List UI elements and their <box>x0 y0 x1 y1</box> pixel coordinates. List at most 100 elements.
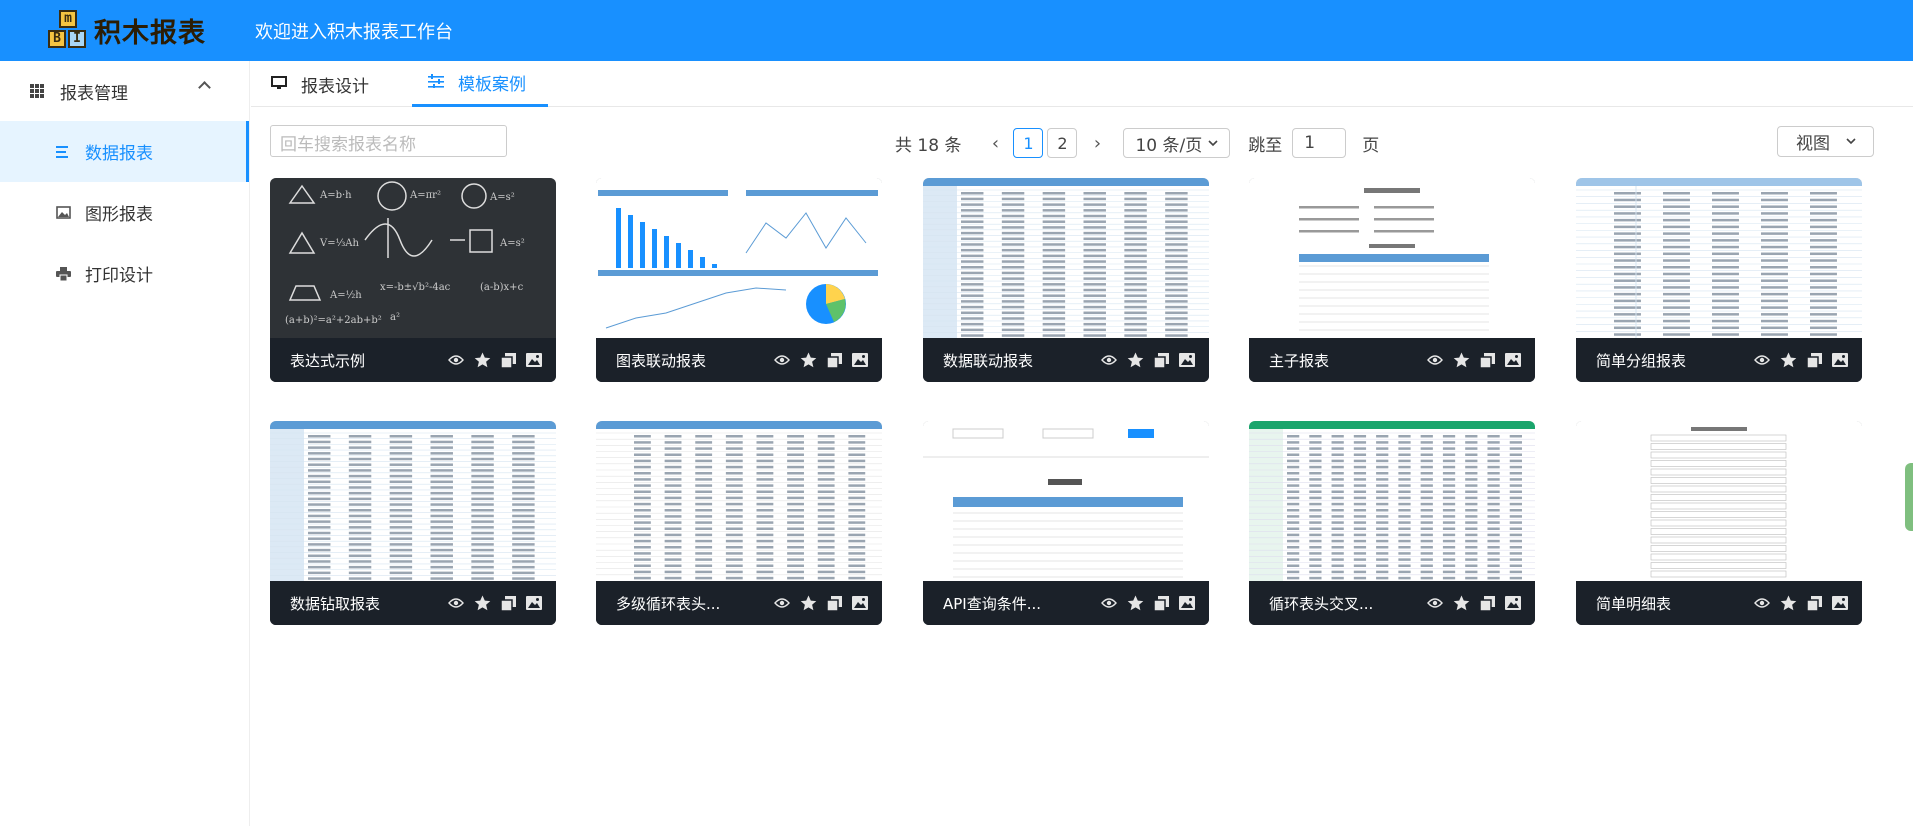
copy-icon[interactable] <box>824 350 844 370</box>
template-card[interactable]: 简单分组报表 <box>1576 178 1862 382</box>
copy-icon[interactable] <box>1151 350 1171 370</box>
star-icon[interactable] <box>1778 593 1798 613</box>
image-icon[interactable] <box>1177 350 1197 370</box>
copy-icon[interactable] <box>498 350 518 370</box>
eye-icon[interactable] <box>1425 350 1445 370</box>
copy-icon[interactable] <box>1477 593 1497 613</box>
star-icon[interactable] <box>798 350 818 370</box>
jump-input[interactable]: 1 <box>1292 128 1347 158</box>
star-icon[interactable] <box>798 593 818 613</box>
star-icon[interactable] <box>472 593 492 613</box>
card-actions <box>1093 593 1197 613</box>
template-card[interactable]: 简单明细表 <box>1576 421 1862 625</box>
copy-icon[interactable] <box>1477 350 1497 370</box>
card-caption: 循环表头交叉... <box>1249 581 1535 625</box>
card-thumbnail[interactable] <box>923 421 1209 581</box>
prev-page-icon[interactable]: ‹ <box>985 133 1005 154</box>
jump-label: 跳至 <box>1248 135 1283 156</box>
image-icon[interactable] <box>1503 593 1523 613</box>
image-icon[interactable] <box>1830 350 1850 370</box>
copy-icon[interactable] <box>824 593 844 613</box>
template-card[interactable]: A=b·h A=πr² A=s² V=⅓Ah A=s² A=½h x=-b±√b²-4a… <box>270 178 556 382</box>
tab-template-cases[interactable]: 模板案例 <box>412 61 548 107</box>
sidebar-item-label: 打印设计 <box>85 266 153 286</box>
eye-icon[interactable] <box>1752 350 1772 370</box>
next-page-icon[interactable]: › <box>1087 133 1107 154</box>
card-thumbnail[interactable] <box>1249 421 1535 581</box>
logo-block-m: m <box>59 9 77 28</box>
sidebar-item-label: 图形报表 <box>85 205 153 225</box>
eye-icon[interactable] <box>772 350 792 370</box>
card-title: 简单分组报表 <box>1596 351 1687 370</box>
side-scroll-handle[interactable] <box>1905 463 1913 531</box>
image-icon[interactable] <box>1177 593 1197 613</box>
card-thumbnail[interactable] <box>1576 421 1862 581</box>
card-title: 主子报表 <box>1269 351 1330 370</box>
template-card[interactable]: 主子报表 <box>1249 178 1535 382</box>
svg-text:V=⅓Ah: V=⅓Ah <box>319 238 360 249</box>
image-icon[interactable] <box>850 593 870 613</box>
copy-icon[interactable] <box>498 593 518 613</box>
card-caption: 主子报表 <box>1249 338 1535 382</box>
card-title: 循环表头交叉... <box>1269 594 1374 613</box>
image-icon[interactable] <box>524 350 544 370</box>
card-thumbnail[interactable] <box>270 421 556 581</box>
tab-report-design[interactable]: 报表设计 <box>271 61 369 107</box>
card-thumbnail[interactable]: A=b·h A=πr² A=s² V=⅓Ah A=s² A=½h x=-b±√b²-4a… <box>270 178 556 338</box>
template-card[interactable]: API查询条件... <box>923 421 1209 625</box>
card-caption: 表达式示例 <box>270 338 556 382</box>
svg-text:x=-b±√b²-4ac: x=-b±√b²-4ac <box>380 282 451 293</box>
template-card[interactable]: 数据钻取报表 <box>270 421 556 625</box>
view-label: 视图 <box>1796 134 1830 154</box>
card-thumbnail[interactable] <box>923 178 1209 338</box>
page-button-2[interactable]: 2 <box>1047 128 1078 158</box>
svg-text:A=s²: A=s² <box>489 192 515 203</box>
card-thumbnail[interactable] <box>596 421 882 581</box>
template-card[interactable]: 多级循环表头... <box>596 421 882 625</box>
eye-icon[interactable] <box>1425 593 1445 613</box>
star-icon[interactable] <box>1125 350 1145 370</box>
card-title: 简单明细表 <box>1596 594 1672 613</box>
sidebar-item-print-design[interactable]: 打印设计 <box>0 243 249 304</box>
image-icon[interactable] <box>1503 350 1523 370</box>
copy-icon[interactable] <box>1804 350 1824 370</box>
card-thumbnail[interactable] <box>1249 178 1535 338</box>
image-icon[interactable] <box>850 350 870 370</box>
eye-icon[interactable] <box>1099 593 1119 613</box>
view-select[interactable]: 视图 <box>1777 126 1874 157</box>
template-card[interactable]: 数据联动报表 <box>923 178 1209 382</box>
sliders-icon <box>428 73 444 92</box>
card-thumbnail[interactable] <box>1576 178 1862 338</box>
card-caption: 简单明细表 <box>1576 581 1862 625</box>
card-title: 多级循环表头... <box>616 594 721 613</box>
eye-icon[interactable] <box>772 593 792 613</box>
search-input[interactable]: 回车搜索报表名称 <box>270 125 507 157</box>
sidebar-item-data-report[interactable]: 数据报表 <box>0 121 249 182</box>
copy-icon[interactable] <box>1151 593 1171 613</box>
image-icon[interactable] <box>524 593 544 613</box>
eye-icon[interactable] <box>446 593 466 613</box>
eye-icon[interactable] <box>446 350 466 370</box>
star-icon[interactable] <box>1451 350 1471 370</box>
page-size-select[interactable]: 10 条/页 <box>1123 128 1231 158</box>
list-icon <box>55 144 71 160</box>
template-card[interactable]: 图表联动报表 <box>596 178 882 382</box>
copy-icon[interactable] <box>1804 593 1824 613</box>
star-icon[interactable] <box>472 350 492 370</box>
chevron-down-icon <box>1846 138 1856 145</box>
template-card[interactable]: 循环表头交叉... <box>1249 421 1535 625</box>
card-actions <box>766 350 870 370</box>
card-thumbnail[interactable] <box>596 178 882 338</box>
star-icon[interactable] <box>1125 593 1145 613</box>
image-icon[interactable] <box>1830 593 1850 613</box>
star-icon[interactable] <box>1778 350 1798 370</box>
star-icon[interactable] <box>1451 593 1471 613</box>
eye-icon[interactable] <box>1752 593 1772 613</box>
card-title: API查询条件... <box>943 594 1042 613</box>
eye-icon[interactable] <box>1099 350 1119 370</box>
sidebar-item-chart-report[interactable]: 图形报表 <box>0 182 249 243</box>
sidebar-group-report-management[interactable]: 报表管理 <box>0 61 249 121</box>
svg-text:A=½h: A=½h <box>329 290 362 301</box>
card-caption: API查询条件... <box>923 581 1209 625</box>
page-button-1[interactable]: 1 <box>1013 128 1044 158</box>
